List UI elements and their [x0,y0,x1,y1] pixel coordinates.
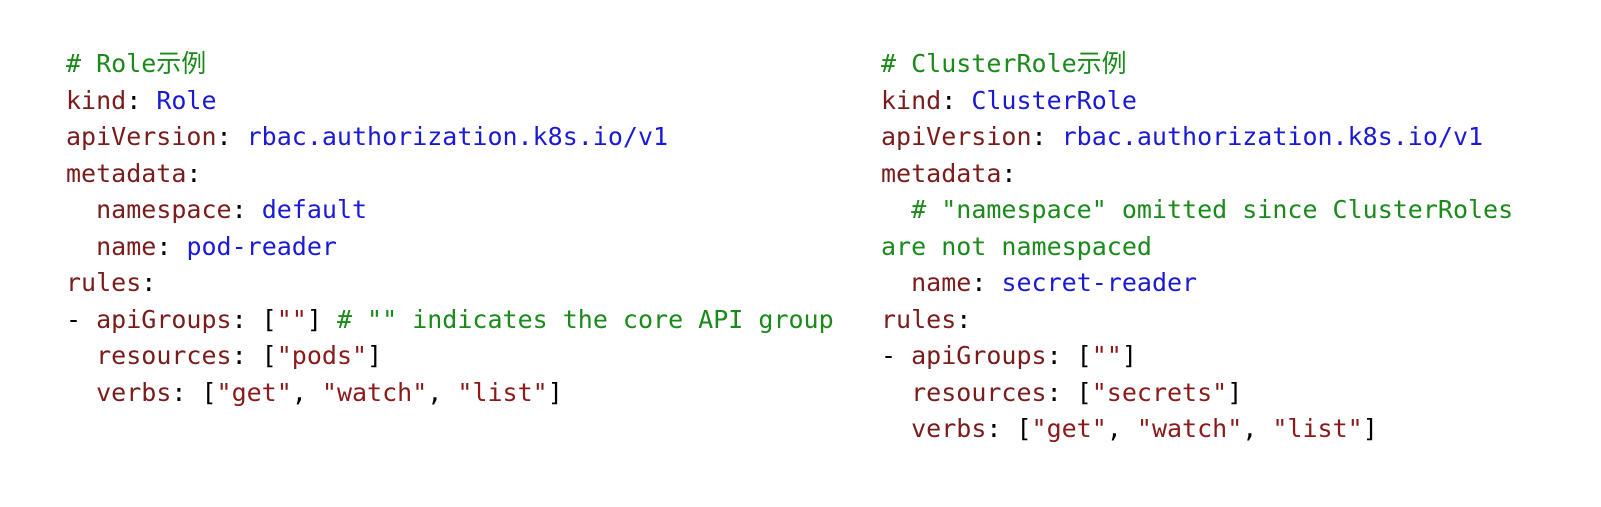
yaml-key: apiGroups [96,304,232,334]
yaml-comment: # "" indicates the core API group [336,304,834,334]
code-line: kind: ClusterRole [881,83,1513,120]
yaml-value: rbac.authorization.k8s.io/v1 [246,122,669,151]
code-line: name: pod-reader [66,229,834,266]
yaml-punctuation: : [186,158,202,188]
yaml-key: metadata [66,158,187,188]
code-line: name: secret-reader [881,265,1513,302]
yaml-string: "" [1091,341,1122,370]
yaml-comment: # ClusterRole示例 [881,49,1127,78]
yaml-punctuation: ] [367,341,383,370]
yaml-string: "list" [1272,414,1363,443]
yaml-value: ClusterRole [971,85,1137,115]
code-line: rules: [66,265,834,302]
yaml-punctuation [66,378,96,407]
yaml-punctuation: ] [1362,414,1378,443]
yaml-punctuation [66,232,96,261]
yaml-comment: are not namespaced [881,231,1152,261]
yaml-value: default [261,195,368,224]
yaml-key: name [96,231,157,261]
yaml-key: rules [881,304,957,334]
code-line: rules: [881,302,1513,339]
code-line: - apiGroups: [""] [881,338,1513,375]
yaml-string: "get" [216,377,292,407]
yaml-punctuation: : [956,304,972,334]
yaml-punctuation: : [ [231,341,277,370]
yaml-string: "watch" [321,377,428,407]
code-line: verbs: ["get", "watch", "list"] [881,411,1513,448]
yaml-punctuation: : [231,195,262,224]
yaml-comment: # Role示例 [66,49,207,78]
yaml-punctuation [881,268,911,297]
yaml-punctuation [881,195,911,224]
yaml-key: apiGroups [911,341,1047,370]
yaml-key: rules [66,268,142,297]
yaml-punctuation: - [66,304,97,334]
code-line: namespace: default [66,192,834,229]
yaml-punctuation: , [1106,414,1137,443]
yaml-key: metadata [881,158,1002,188]
yaml-string: "" [276,304,307,334]
yaml-key: kind [881,85,942,115]
yaml-key: verbs [96,377,172,407]
yaml-punctuation: : [ [1046,377,1092,407]
yaml-punctuation: : [ [231,304,277,334]
yaml-punctuation: : [1001,158,1017,188]
yaml-string: "pods" [276,341,368,370]
yaml-punctuation: : [1031,122,1062,151]
yaml-value: secret-reader [1001,268,1198,297]
code-line: kind: Role [66,83,834,120]
code-line: # "namespace" omitted since ClusterRoles [881,192,1513,229]
code-line: - apiGroups: [""] # "" indicates the cor… [66,302,834,339]
yaml-key: resources [96,341,232,370]
yaml-punctuation: ] [1121,341,1137,370]
yaml-punctuation [66,195,96,224]
yaml-key: apiVersion [66,122,217,151]
yaml-punctuation: ] [1227,377,1243,407]
yaml-string: "secrets" [1091,377,1228,407]
yaml-key: namespace [96,195,232,224]
code-line: apiVersion: rbac.authorization.k8s.io/v1 [881,119,1513,156]
yaml-punctuation: : [ [1046,341,1092,370]
yaml-key: verbs [911,414,987,443]
code-line: are not namespaced [881,229,1513,266]
yaml-value: Role [156,85,217,115]
code-line: resources: ["secrets"] [881,375,1513,412]
yaml-value: rbac.authorization.k8s.io/v1 [1061,122,1484,151]
yaml-comment: # "namespace" omitted since ClusterRoles [911,195,1514,224]
yaml-key: name [911,268,972,297]
yaml-value: pod-reader [186,231,337,261]
role-yaml-code-block: # Role示例 kind: Role apiVersion: rbac.autho… [66,46,834,411]
yaml-punctuation: , [291,377,322,407]
yaml-punctuation: , [1242,414,1273,443]
code-line: resources: ["pods"] [66,338,834,375]
yaml-punctuation: : [ [171,377,217,407]
yaml-key: apiVersion [881,122,1032,151]
yaml-string: "list" [457,377,548,407]
yaml-punctuation: : [ [986,414,1032,443]
yaml-punctuation: - [881,341,912,370]
yaml-key: resources [911,377,1047,407]
clusterrole-yaml-code-block: # ClusterRole示例 kind: ClusterRole apiVersi… [881,46,1513,448]
yaml-key: kind [66,85,127,115]
yaml-punctuation [881,414,911,443]
yaml-string: "watch" [1136,414,1243,443]
yaml-punctuation: : [971,268,1002,297]
yaml-punctuation: : [216,122,247,151]
code-line: metadata: [881,156,1513,193]
code-line: verbs: ["get", "watch", "list"] [66,375,834,412]
yaml-punctuation: , [427,377,458,407]
yaml-punctuation: ] [547,377,563,407]
code-line: # ClusterRole示例 [881,46,1513,83]
code-line: apiVersion: rbac.authorization.k8s.io/v1 [66,119,834,156]
yaml-string: "get" [1031,414,1107,443]
code-line: metadata: [66,156,834,193]
yaml-punctuation: : [941,85,972,115]
yaml-punctuation: : [126,85,157,115]
yaml-punctuation: : [156,231,187,261]
yaml-punctuation: ] [306,304,337,334]
yaml-punctuation: : [141,268,157,297]
yaml-punctuation [66,341,96,370]
yaml-punctuation [881,378,911,407]
code-line: # Role示例 [66,46,834,83]
